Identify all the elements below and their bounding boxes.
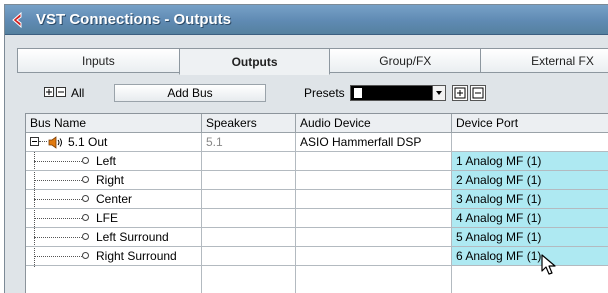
channel-row-right[interactable]: Right 2 Analog MF (1) xyxy=(26,171,608,190)
bus-row[interactable]: 5.1 Out 5.1 ASIO Hammerfall DSP xyxy=(26,133,608,152)
channel-device-port[interactable]: 4 Analog MF (1) xyxy=(452,209,608,228)
cubase-logo-icon xyxy=(10,5,32,34)
tree-connector xyxy=(34,237,82,238)
bus-name: 5.1 Out xyxy=(68,135,108,149)
channel-audio-device xyxy=(296,171,452,190)
expand-all-icon[interactable] xyxy=(44,87,54,97)
channel-device-port[interactable]: 3 Analog MF (1) xyxy=(452,190,608,209)
tree-connector xyxy=(39,141,47,142)
bus-device-port[interactable] xyxy=(452,133,608,152)
tab-group-fx[interactable]: Group/FX xyxy=(329,48,482,73)
channel-name-cell: Right Surround xyxy=(26,247,202,266)
tree-connector xyxy=(34,180,82,181)
channel-name-cell: Right xyxy=(26,171,202,190)
channel-device-port[interactable]: 5 Analog MF (1) xyxy=(452,228,608,247)
channel-row-left[interactable]: Left 1 Analog MF (1) xyxy=(26,152,608,171)
tree-connector xyxy=(34,199,82,200)
port-icon xyxy=(82,252,89,259)
column-header-audio-device[interactable]: Audio Device xyxy=(296,114,452,133)
vst-connections-window: VST Connections - Outputs Inputs Outputs… xyxy=(4,4,608,293)
presets-label: Presets xyxy=(304,86,345,100)
chevron-down-icon[interactable] xyxy=(432,85,446,101)
channel-row-left-surround[interactable]: Left Surround 5 Analog MF (1) xyxy=(26,228,608,247)
channel-row-center[interactable]: Center 3 Analog MF (1) xyxy=(26,190,608,209)
port-icon xyxy=(82,157,89,164)
channel-speakers xyxy=(202,190,296,209)
table-header: Bus Name Speakers Audio Device Device Po… xyxy=(26,114,608,133)
port-icon xyxy=(82,176,89,183)
toolbar: All Add Bus Presets xyxy=(25,83,608,105)
channel-row-right-surround[interactable]: Right Surround 6 Analog MF (1) xyxy=(26,247,608,266)
presets-value xyxy=(354,88,362,98)
column-header-speakers[interactable]: Speakers xyxy=(202,114,296,133)
channel-device-port[interactable]: 2 Analog MF (1) xyxy=(452,171,608,190)
channel-name-cell: Left Surround xyxy=(26,228,202,247)
channel-name-cell: Center xyxy=(26,190,202,209)
empty-cell xyxy=(26,266,202,293)
add-bus-button[interactable]: Add Bus xyxy=(114,84,266,102)
tab-external-fx[interactable]: External FX xyxy=(480,48,608,73)
channel-audio-device xyxy=(296,228,452,247)
channel-name: Left Surround xyxy=(96,230,169,244)
empty-row xyxy=(26,266,608,293)
port-icon xyxy=(82,195,89,202)
channel-device-port[interactable]: 6 Analog MF (1) xyxy=(452,247,608,266)
channel-name: Right xyxy=(96,173,125,187)
channel-speakers xyxy=(202,228,296,247)
tab-inputs[interactable]: Inputs xyxy=(17,48,180,73)
collapse-icon[interactable] xyxy=(30,137,39,146)
channel-device-port[interactable]: 1 Analog MF (1) xyxy=(452,152,608,171)
channel-audio-device xyxy=(296,190,452,209)
empty-cell xyxy=(452,266,608,293)
bus-name-cell: 5.1 Out xyxy=(26,133,202,152)
channel-speakers xyxy=(202,247,296,266)
port-icon xyxy=(82,214,89,221)
channel-audio-device xyxy=(296,247,452,266)
channel-row-lfe[interactable]: LFE 4 Analog MF (1) xyxy=(26,209,608,228)
title-bar[interactable]: VST Connections - Outputs xyxy=(5,5,608,35)
empty-cell xyxy=(202,266,296,293)
tab-outputs[interactable]: Outputs xyxy=(178,48,331,75)
all-label: All xyxy=(71,86,85,100)
channel-name: Right Surround xyxy=(96,249,177,263)
empty-cell xyxy=(296,266,452,293)
channel-speakers xyxy=(202,171,296,190)
channel-name-cell: Left xyxy=(26,152,202,171)
bus-audio-device[interactable]: ASIO Hammerfall DSP xyxy=(296,133,452,152)
column-header-bus-name[interactable]: Bus Name xyxy=(26,114,202,133)
tree-connector xyxy=(34,161,82,162)
store-preset-icon[interactable] xyxy=(452,85,468,101)
tab-bar: Inputs Outputs Group/FX External FX xyxy=(17,48,608,75)
connections-table: Bus Name Speakers Audio Device Device Po… xyxy=(25,113,608,293)
channel-name: Left xyxy=(96,154,117,168)
window-title: VST Connections - Outputs xyxy=(36,11,231,28)
channel-name: Center xyxy=(96,192,133,206)
channel-name: LFE xyxy=(96,211,119,225)
bus-speakers: 5.1 xyxy=(202,133,296,152)
channel-speakers xyxy=(202,152,296,171)
tree-connector xyxy=(34,256,82,257)
mouse-pointer-icon xyxy=(540,253,558,280)
tree-connector xyxy=(34,218,82,219)
collapse-all-icon[interactable] xyxy=(56,87,66,97)
channel-audio-device xyxy=(296,152,452,171)
channel-audio-device xyxy=(296,209,452,228)
channel-speakers xyxy=(202,209,296,228)
port-icon xyxy=(82,233,89,240)
remove-preset-icon[interactable] xyxy=(470,85,486,101)
column-header-device-port[interactable]: Device Port xyxy=(452,114,608,133)
speaker-icon xyxy=(48,136,64,151)
channel-name-cell: LFE xyxy=(26,209,202,228)
